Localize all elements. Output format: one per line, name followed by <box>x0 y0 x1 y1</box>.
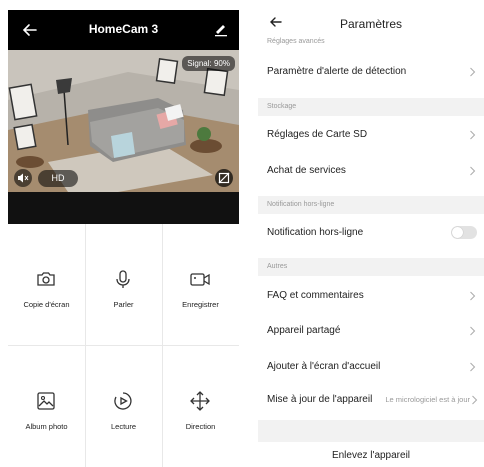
faq-label: FAQ et commentaires <box>267 290 364 301</box>
photo-album-icon <box>37 392 55 410</box>
camera-icon <box>37 272 55 286</box>
chevron-right-icon <box>470 291 476 301</box>
toggle-knob <box>452 227 463 238</box>
camera-header: HomeCam 3 <box>8 10 239 50</box>
purchase-services-row[interactable]: Achat de services <box>258 152 484 188</box>
offline-notification-toggle[interactable] <box>451 226 477 239</box>
chevron-right-icon <box>470 67 476 77</box>
section-header-other: Autres <box>258 258 484 276</box>
add-home-screen-row[interactable]: Ajouter à l'écran d'accueil <box>258 348 484 384</box>
signal-strength-badge: Signal: 90% <box>182 56 235 71</box>
shared-device-row[interactable]: Appareil partagé <box>258 312 484 348</box>
chevron-right-icon <box>470 362 476 372</box>
settings-screen: Paramètres Réglages avancés Paramètre d'… <box>258 10 484 467</box>
playback-icon <box>114 392 132 410</box>
detection-alert-label: Paramètre d'alerte de détection <box>267 66 407 77</box>
settings-header: Paramètres <box>258 10 484 36</box>
talk-label: Parler <box>113 300 134 309</box>
purchase-services-label: Achat de services <box>267 165 346 176</box>
photo-album-label: Album photo <box>25 422 68 431</box>
record-label: Enregistrer <box>182 300 219 309</box>
grid-divider <box>8 345 239 346</box>
camera-screen: HomeCam 3 Signal: 90% HD Copie d'écran P… <box>8 10 239 467</box>
offline-notification-label: Notification hors-ligne <box>267 227 364 238</box>
quality-toggle-button[interactable]: HD <box>38 170 78 187</box>
playback-label: Lecture <box>110 422 137 431</box>
camera-title: HomeCam 3 <box>88 22 159 36</box>
section-header-advanced: Réglages avancés <box>258 36 484 50</box>
video-record-icon <box>190 273 210 286</box>
camera-live-view[interactable]: Signal: 90% HD <box>8 50 239 192</box>
direction-button[interactable]: Direction <box>162 346 239 467</box>
fullscreen-button[interactable] <box>215 169 233 187</box>
remove-device-button[interactable]: Enlevez l'appareil <box>258 442 484 467</box>
chevron-right-icon <box>470 130 476 140</box>
edit-pencil-icon[interactable] <box>213 21 229 37</box>
add-home-screen-label: Ajouter à l'écran d'accueil <box>267 361 381 372</box>
direction-label: Direction <box>185 422 216 431</box>
screenshot-label: Copie d'écran <box>23 300 70 309</box>
faq-row[interactable]: FAQ et commentaires <box>258 276 484 312</box>
playback-button[interactable]: Lecture <box>85 346 162 467</box>
chevron-right-icon <box>472 395 478 405</box>
controls-separator-band <box>8 192 239 224</box>
section-header-storage: Stockage <box>258 98 484 116</box>
screenshot-button[interactable]: Copie d'écran <box>8 224 85 345</box>
direction-arrows-icon <box>190 391 210 411</box>
microphone-icon <box>116 270 130 288</box>
fullscreen-icon <box>218 172 230 184</box>
offline-notification-row: Notification hors-ligne <box>258 214 484 250</box>
sd-card-label: Réglages de Carte SD <box>267 129 368 140</box>
photo-album-button[interactable]: Album photo <box>8 346 85 467</box>
settings-title: Paramètres <box>339 17 403 31</box>
firmware-update-row[interactable]: Le micrologiciel est à jour Mise à jour … <box>258 384 484 420</box>
spacer <box>258 420 484 442</box>
record-button[interactable]: Enregistrer <box>162 224 239 345</box>
shared-device-label: Appareil partagé <box>267 325 341 336</box>
chevron-right-icon <box>470 326 476 336</box>
chevron-right-icon <box>470 166 476 176</box>
sd-card-row[interactable]: Réglages de Carte SD <box>258 116 484 152</box>
firmware-status: Le micrologiciel est à jour <box>385 395 470 404</box>
mute-button[interactable] <box>14 169 32 187</box>
section-header-offline: Notification hors-ligne <box>258 196 484 214</box>
detection-alert-row[interactable]: Paramètre d'alerte de détection <box>258 52 484 90</box>
firmware-update-label: Mise à jour de l'appareil <box>267 394 374 405</box>
talk-button[interactable]: Parler <box>85 224 162 345</box>
speaker-muted-icon <box>18 173 29 183</box>
